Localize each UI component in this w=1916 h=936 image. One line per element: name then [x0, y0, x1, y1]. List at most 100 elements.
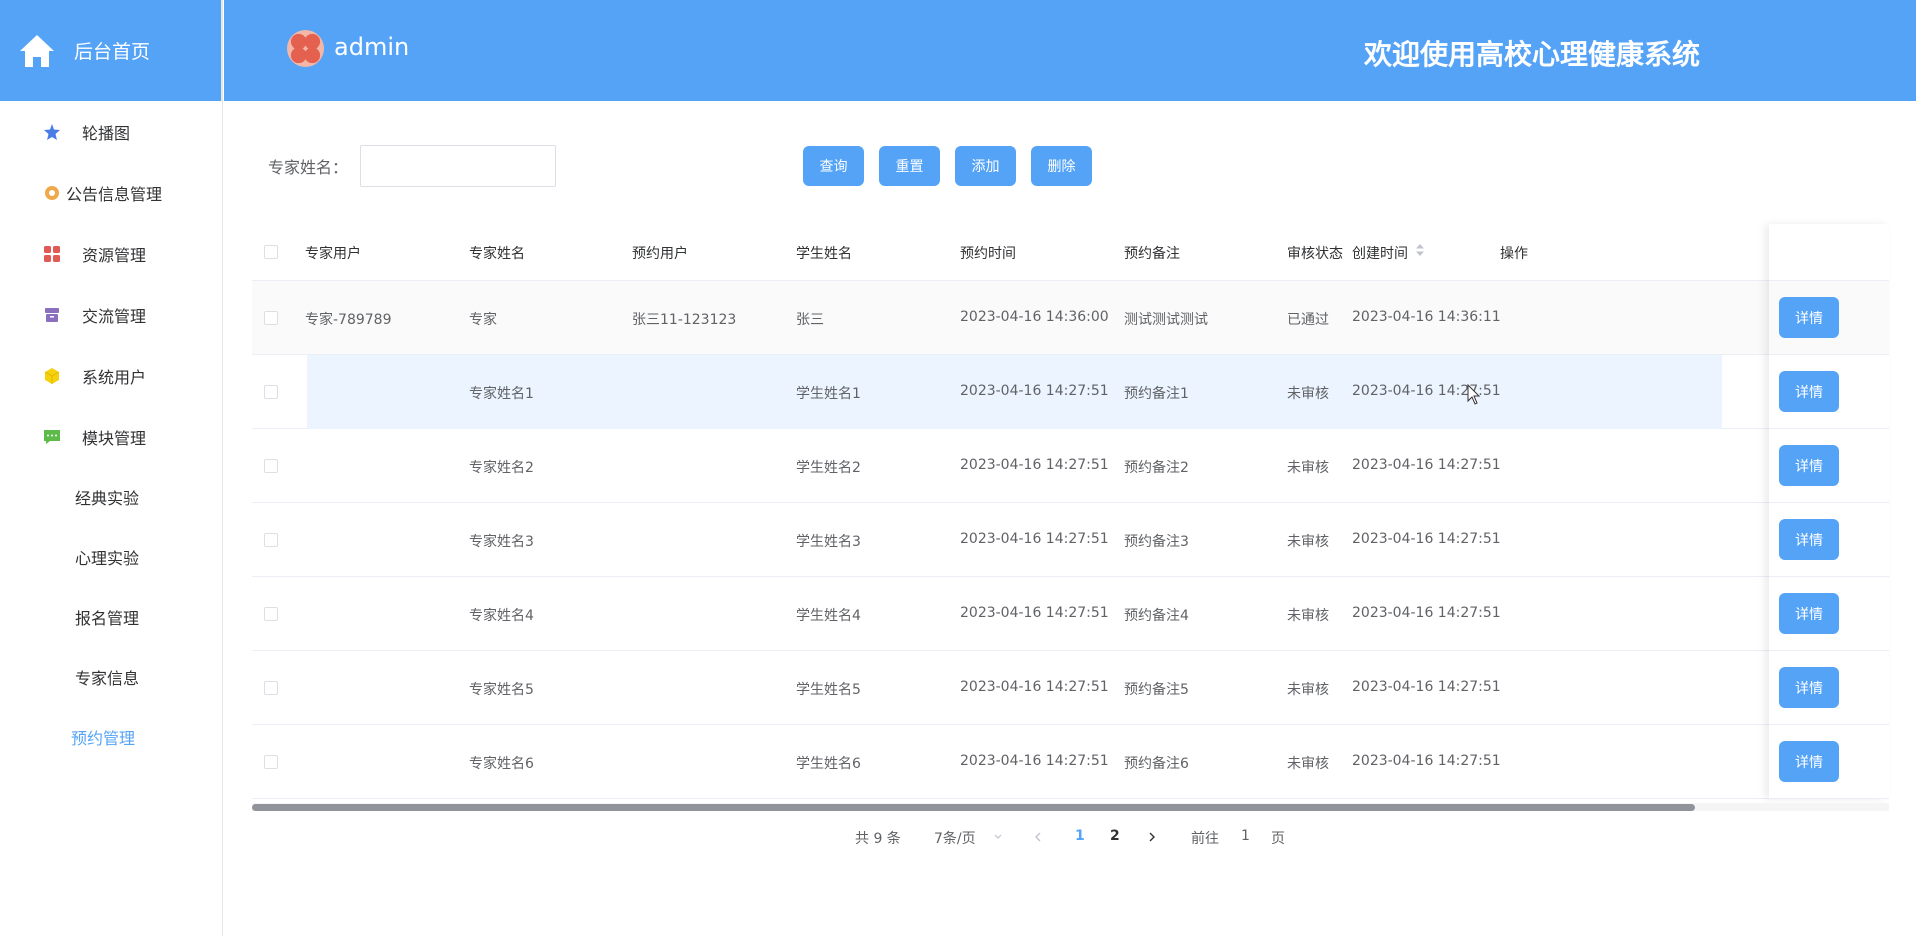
sidebar-item-label: 公告信息管理 [66, 184, 163, 204]
table-cell: 预约备注2 [1124, 460, 1189, 476]
detail-button[interactable]: 详情 [1779, 741, 1839, 782]
row-checkbox[interactable] [264, 385, 278, 399]
page-size-select[interactable]: 7条/页 [934, 828, 976, 848]
chat-icon [42, 427, 62, 447]
cube-icon [42, 366, 62, 386]
table-cell: 学生姓名3 [796, 534, 861, 550]
table-cell: 专家姓名4 [469, 608, 534, 624]
table-cell: 测试测试测试 [1124, 312, 1208, 328]
sidebar: 后台首页 轮播图公告信息管理 资源管理交流管理系统用户模块管理经典实验 心理实验 报名… [0, 0, 223, 936]
detail-button[interactable]: 详情 [1779, 519, 1839, 560]
detail-button[interactable]: 详情 [1779, 593, 1839, 634]
table-cell: 专家姓名2 [469, 460, 534, 476]
table-cell: 2023-04-16 14:36:11 [1352, 309, 1501, 325]
table-row[interactable]: 专家姓名6 学生姓名6 2023-04-16 14:27:51 预约备注6 未审核 202… [252, 725, 1889, 799]
table-row[interactable]: 专家姓名3 学生姓名3 2023-04-16 14:27:51 预约备注3 未审核 202… [252, 503, 1889, 577]
sidebar-item-3[interactable]: 资源管理 [0, 223, 222, 284]
row-checkbox[interactable] [264, 311, 278, 325]
table-cell: 2023-04-16 14:27:51 [960, 457, 1109, 473]
goto-page-input[interactable]: 1 [1241, 828, 1250, 844]
table-cell: 专家姓名3 [469, 534, 534, 550]
sort-icon[interactable] [1415, 243, 1425, 257]
detail-button[interactable]: 详情 [1779, 297, 1839, 338]
row-checkbox[interactable] [264, 681, 278, 695]
detail-button[interactable]: 详情 [1779, 371, 1839, 412]
sidebar-item-1[interactable]: 轮播图 [0, 101, 222, 162]
column-header-8[interactable]: 创建时间 [1352, 243, 1408, 263]
row-checkbox[interactable] [264, 459, 278, 473]
page-2[interactable]: 2 [1110, 828, 1120, 844]
sidebar-item-label: 模块管理 [82, 428, 147, 448]
select-all-checkbox[interactable] [264, 245, 278, 259]
column-header-3: 预约用户 [632, 246, 688, 262]
detail-button[interactable]: 详情 [1779, 667, 1839, 708]
sidebar-subitem-1[interactable]: 经典实验 [0, 467, 222, 527]
page-1[interactable]: 1 [1075, 828, 1085, 844]
sidebar-item-4[interactable]: 交流管理 [0, 284, 222, 345]
sidebar-subitem-5[interactable]: 预约管理 [0, 707, 222, 767]
table-row[interactable]: 专家姓名4 学生姓名4 2023-04-16 14:27:51 预约备注4 未审核 202… [252, 577, 1889, 651]
detail-button[interactable]: 详情 [1779, 445, 1839, 486]
pagination-total: 共 9 条 [855, 831, 901, 847]
prev-page-icon[interactable] [1033, 831, 1043, 843]
add-button[interactable]: 添加 [955, 146, 1016, 186]
archive-icon [42, 305, 62, 325]
row-checkbox[interactable] [264, 533, 278, 547]
row-checkbox[interactable] [264, 755, 278, 769]
avatar[interactable] [287, 30, 324, 67]
table-cell: 预约备注3 [1124, 534, 1189, 550]
table-cell: 预约备注5 [1124, 682, 1189, 698]
sidebar-menu: 轮播图公告信息管理 资源管理交流管理系统用户模块管理经典实验 心理实验 报名管理 专家信… [0, 101, 222, 767]
column-header-4: 学生姓名 [796, 246, 852, 262]
table-row[interactable]: 专家姓名5 学生姓名5 2023-04-16 14:27:51 预约备注5 未审核 202… [252, 651, 1889, 725]
delete-button[interactable]: 删除 [1031, 146, 1092, 186]
sidebar-item-label: 交流管理 [82, 306, 147, 326]
table-cell: 2023-04-16 14:36:00 [960, 309, 1109, 325]
column-header-5: 预约时间 [960, 246, 1016, 262]
table-cell: 学生姓名4 [796, 608, 861, 624]
column-header-1: 专家用户 [305, 246, 361, 262]
horizontal-scrollbar[interactable] [252, 804, 1695, 811]
table-header: 专家用户 专家姓名 预约用户 学生姓名 预约时间 预约备注 审核状态 创建时间 操作 [252, 224, 1889, 281]
chevron-down-icon[interactable] [993, 832, 1003, 842]
sidebar-item-label: 轮播图 [82, 123, 131, 143]
row-checkbox[interactable] [264, 607, 278, 621]
table-cell: 学生姓名1 [796, 386, 861, 402]
table-row[interactable]: 专家-789789 专家 张三11-123123 张三 2023-04-16 14:36… [252, 281, 1889, 355]
username[interactable]: admin [334, 33, 409, 61]
sidebar-item-5[interactable]: 系统用户 [0, 345, 222, 406]
table-cell: 专家姓名1 [469, 386, 534, 402]
sidebar-item-6[interactable]: 模块管理 [0, 406, 222, 467]
sidebar-subitem-2[interactable]: 心理实验 [0, 527, 222, 587]
table-cell: 2023-04-16 14:27:51 [960, 753, 1109, 769]
table-cell: 张三11-123123 [632, 312, 737, 328]
table-cell: 2023-04-16 14:27:51 [1352, 457, 1501, 473]
table-cell: 未审核 [1287, 386, 1329, 402]
table-cell: 2023-04-16 14:27:51 [960, 383, 1109, 399]
column-header-7: 审核状态 [1287, 246, 1343, 262]
table-cell: 未审核 [1287, 534, 1329, 550]
table-cell: 专家姓名6 [469, 756, 534, 772]
top-bar: admin 欢迎使用高校心理健康系统 [224, 0, 1916, 101]
main-content: 专家姓名： 查询 重置 添加 删除 专家用户 专家姓名 预约用户 学生姓名 预约时间 预约… [231, 108, 1916, 936]
reset-button[interactable]: 重置 [879, 146, 940, 186]
page-title: 欢迎使用高校心理健康系统 [1364, 38, 1701, 71]
table-cell: 张三 [796, 312, 824, 328]
sidebar-home[interactable]: 后台首页 [0, 0, 222, 101]
sidebar-home-label: 后台首页 [74, 41, 151, 63]
sidebar-item-2[interactable]: 公告信息管理 [0, 162, 222, 223]
table-cell: 学生姓名6 [796, 756, 861, 772]
sidebar-subitem-3[interactable]: 报名管理 [0, 587, 222, 647]
goto-prefix: 前往 [1191, 831, 1219, 847]
next-page-icon[interactable] [1147, 831, 1157, 843]
query-button[interactable]: 查询 [803, 146, 864, 186]
table-cell: 未审核 [1287, 756, 1329, 772]
table-row[interactable]: 专家姓名1 学生姓名1 2023-04-16 14:27:51 预约备注1 未审核 202… [252, 355, 1889, 429]
sidebar-item-label: 资源管理 [82, 245, 147, 265]
table-row[interactable]: 专家姓名2 学生姓名2 2023-04-16 14:27:51 预约备注2 未审核 202… [252, 429, 1889, 503]
star-icon [42, 122, 62, 142]
table-cell: 专家姓名5 [469, 682, 534, 698]
sidebar-subitem-4[interactable]: 专家信息 [0, 647, 222, 707]
table-cell: 预约备注6 [1124, 756, 1189, 772]
expert-name-input[interactable] [360, 145, 556, 187]
